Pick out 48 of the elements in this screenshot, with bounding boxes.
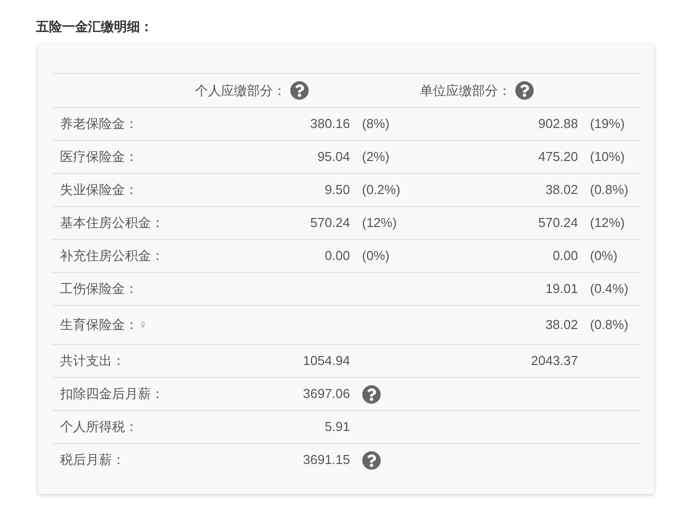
row-label: 失业保险金： (60, 181, 138, 200)
amount: 3697.06 (303, 386, 350, 402)
rate: (0.8%) (590, 317, 628, 332)
help-icon[interactable] (362, 450, 381, 470)
rate: (19%) (590, 116, 625, 132)
amount: 570.24 (538, 215, 578, 230)
row-label: 共计支出： (60, 353, 125, 368)
amount: 38.02 (545, 182, 578, 198)
rate: (0%) (362, 248, 390, 264)
rate: (0.8%) (590, 182, 628, 198)
amount: 19.01 (545, 281, 578, 296)
row-label: 个人所得税： (60, 419, 138, 434)
amount: 3691.15 (303, 452, 350, 468)
amount: 570.24 (310, 215, 350, 230)
row-label: 养老保险金： (60, 115, 138, 134)
row-label: 补充住房公积金： (60, 247, 164, 266)
rate: (0.4%) (590, 281, 628, 296)
amount: 38.02 (545, 317, 578, 332)
rate: (12%) (362, 215, 397, 230)
row-label: 生育保险金： (60, 316, 138, 334)
amount: 380.16 (310, 116, 350, 132)
row-label: 扣除四金后月薪： (60, 386, 164, 402)
female-symbol: ♀ (138, 316, 148, 334)
amount: 475.20 (538, 149, 578, 164)
rate: (2%) (362, 149, 390, 164)
section-title: 五险一金汇缴明细： (36, 18, 154, 36)
row-label: 税后月薪： (60, 452, 125, 468)
amount: 1054.94 (303, 353, 350, 368)
rate: (12%) (590, 215, 625, 230)
rate: (0%) (590, 248, 618, 264)
column-header: 单位应缴部分： (420, 82, 511, 100)
help-icon[interactable] (515, 81, 534, 100)
rate: (10%) (590, 149, 625, 164)
row-label: 工伤保险金： (60, 280, 138, 298)
amount: 5.91 (324, 419, 350, 434)
amount: 0.00 (552, 248, 578, 264)
amount: 95.04 (317, 149, 350, 164)
help-icon[interactable] (290, 81, 309, 100)
column-header: 个人应缴部分： (195, 82, 286, 100)
row-label: 医疗保险金： (60, 148, 138, 166)
rate: (8%) (362, 116, 390, 132)
amount: 0.00 (324, 248, 350, 264)
row-label: 基本住房公积金： (60, 214, 164, 232)
amount: 902.88 (538, 116, 578, 132)
help-icon[interactable] (362, 384, 381, 404)
rate: (0.2%) (362, 182, 400, 198)
amount: 2043.37 (531, 353, 578, 368)
amount: 9.50 (324, 182, 350, 198)
